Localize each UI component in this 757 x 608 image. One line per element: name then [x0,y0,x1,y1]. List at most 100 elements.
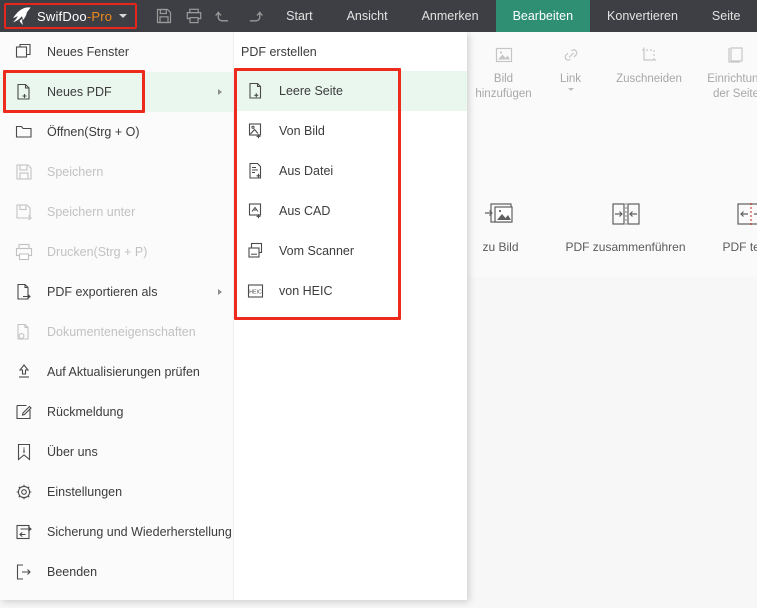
submenu-item-von-heic[interactable]: HEIC von HEIC [234,271,467,311]
ribbon-item-link[interactable]: Link [537,32,604,91]
from-cad-icon [245,200,267,222]
submenu-item-label: Von Bild [279,124,325,138]
submenu-item-label: Vom Scanner [279,244,355,258]
undo-icon[interactable] [209,0,239,32]
submenu-title: PDF erstellen [241,45,317,59]
backup-restore-icon [13,521,35,543]
menu-item-label: Speichern unter [47,205,136,219]
menu-item-einstellungen[interactable]: Einstellungen [0,472,233,512]
new-pdf-icon [13,81,35,103]
menu-item-drucken[interactable]: Drucken(Strg + P) [0,232,233,272]
file-menu-list: Neues Fenster Neues PDF Öffnen(Strg + O) [0,32,234,600]
menu-item-label: Beenden [47,565,98,579]
submenu-item-aus-datei[interactable]: Aus Datei [234,151,467,191]
tab-bearbeiten[interactable]: Bearbeiten [495,0,591,32]
submenu-list: Leere Seite Von Bild Aus Datei Aus CAD V… [234,71,467,311]
ribbon-item-label: Zuschneiden [616,73,682,85]
print-icon[interactable] [179,0,209,32]
menu-item-label: PDF exportieren als [47,285,158,299]
merge-pdf-icon [607,197,645,233]
tab-konvertieren[interactable]: Konvertieren [590,0,695,32]
feedback-icon [13,401,35,423]
save-disk-icon [13,161,35,183]
blank-page-icon [245,80,267,102]
tab-seite[interactable]: Seite [695,0,757,32]
menu-item-label: Neues Fenster [47,45,129,59]
menu-item-label: Sicherung und Wiederherstellung [47,525,232,539]
from-image-icon [245,120,267,142]
submenu-panel: PDF erstellen Leere Seite Von Bild Aus D… [234,32,467,600]
submenu-item-vom-scanner[interactable]: Vom Scanner [234,231,467,271]
brand-suffix: -Pro [86,8,113,24]
ribbon-item-zuschneiden[interactable]: Zuschneiden [604,32,694,87]
submenu-item-label: Leere Seite [279,84,343,98]
save-icon[interactable] [149,0,179,32]
submenu-item-label: von HEIC [279,284,333,298]
ribbon-item-label: Bild hinzufügen [475,73,532,100]
menu-item-label: Über uns [47,445,98,459]
menu-item-ueber-uns[interactable]: Über uns [0,432,233,472]
from-file-icon [245,160,267,182]
menu-item-rueckmeldung[interactable]: Rückmeldung [0,392,233,432]
page-setup-icon [725,41,747,69]
menu-item-beenden[interactable]: Beenden [0,552,233,592]
menu-item-oeffnen[interactable]: Öffnen(Strg + O) [0,112,233,152]
brand-title: SwifDoo-Pro [37,9,112,24]
pdf-to-image-icon [482,197,520,233]
menu-item-label: Dokumenteneigenschaften [47,325,196,339]
gear-icon [13,481,35,503]
submenu-item-label: Aus Datei [279,164,334,178]
menu-item-label: Einstellungen [47,485,123,499]
link-icon [560,41,582,69]
tool-label: PDF zusammenführen [565,240,686,254]
quick-access-toolbar [149,0,269,32]
menu-item-label: Speichern [47,165,104,179]
swift-bird-logo [10,6,32,26]
tab-anmerken[interactable]: Anmerken [405,0,496,32]
update-icon [13,361,35,383]
submenu-item-aus-cad[interactable]: Aus CAD [234,191,467,231]
image-add-icon [493,41,515,69]
from-scanner-icon [245,240,267,262]
chevron-down-icon[interactable] [567,88,574,91]
menu-item-label: Auf Aktualisierungen prüfen [47,365,200,379]
ribbon-item-einrichtung-der-seite[interactable]: Einrichtung der Seite [694,32,757,102]
ribbon-items: Bild hinzufügen Link Zuschneiden Einrich… [470,32,757,127]
tab-ansicht[interactable]: Ansicht [330,0,405,32]
tool-strip-items: zu Bild PDF zusammenführen PDF te [438,137,757,254]
new-window-icon [13,41,35,63]
menu-item-neues-fenster[interactable]: Neues Fenster [0,32,233,72]
menu-item-dokumenteneigenschaften[interactable]: Dokumenteneigenschaften [0,312,233,352]
tool-label: zu Bild [482,240,519,254]
tab-start[interactable]: Start [269,0,329,32]
app-menu-button[interactable]: SwifDoo-Pro [4,3,138,29]
tool-pdf-zusammenfuehren[interactable]: PDF zusammenführen [563,137,688,254]
menu-item-neues-pdf[interactable]: Neues PDF [0,72,233,112]
menu-item-label: Rückmeldung [47,405,124,419]
menu-item-label: Neues PDF [47,85,112,99]
tool-pdf-teilen[interactable]: PDF teilen [688,137,757,254]
from-heic-icon: HEIC [245,280,267,302]
redo-icon[interactable] [239,0,269,32]
menu-item-pdf-exportieren-als[interactable]: PDF exportieren als [0,272,233,312]
menu-item-speichern-unter[interactable]: Speichern unter [0,192,233,232]
doc-properties-icon [13,321,35,343]
menu-item-label: Öffnen(Strg + O) [47,125,140,139]
submenu-arrow-icon [218,89,222,95]
submenu-item-leere-seite[interactable]: Leere Seite [234,71,467,111]
chevron-down-icon[interactable] [119,14,128,18]
submenu-arrow-icon [218,289,222,295]
submenu-item-label: Aus CAD [279,204,331,218]
ribbon-item-label: Einrichtung der Seite [707,73,757,100]
menu-item-label: Drucken(Strg + P) [47,245,148,259]
split-pdf-icon [732,197,757,233]
exit-icon [13,561,35,583]
menu-item-sicherung-und-wiederherstellung[interactable]: Sicherung und Wiederherstellung [0,512,233,552]
menu-item-speichern[interactable]: Speichern [0,152,233,192]
menu-item-auf-aktualisierungen-pruefen[interactable]: Auf Aktualisierungen prüfen [0,352,233,392]
svg-text:HEIC: HEIC [249,290,262,296]
submenu-item-von-bild[interactable]: Von Bild [234,111,467,151]
ribbon-item-bild-hinzufuegen[interactable]: Bild hinzufügen [470,32,537,102]
ribbon-item-label: Link [559,73,582,85]
crop-icon [638,41,660,69]
